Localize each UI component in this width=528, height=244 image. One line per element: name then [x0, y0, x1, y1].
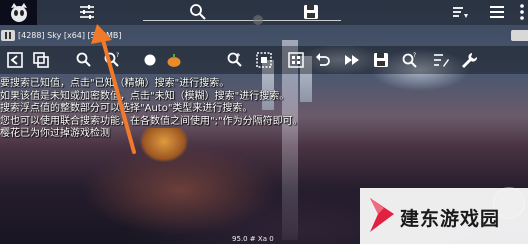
- watermark-text: 建东游戏园: [400, 208, 501, 230]
- watermark-banner: 建东游戏园: [360, 188, 528, 244]
- watermark-logo: [370, 198, 394, 232]
- fps-counter: 95.0 # Xa 0: [232, 235, 274, 243]
